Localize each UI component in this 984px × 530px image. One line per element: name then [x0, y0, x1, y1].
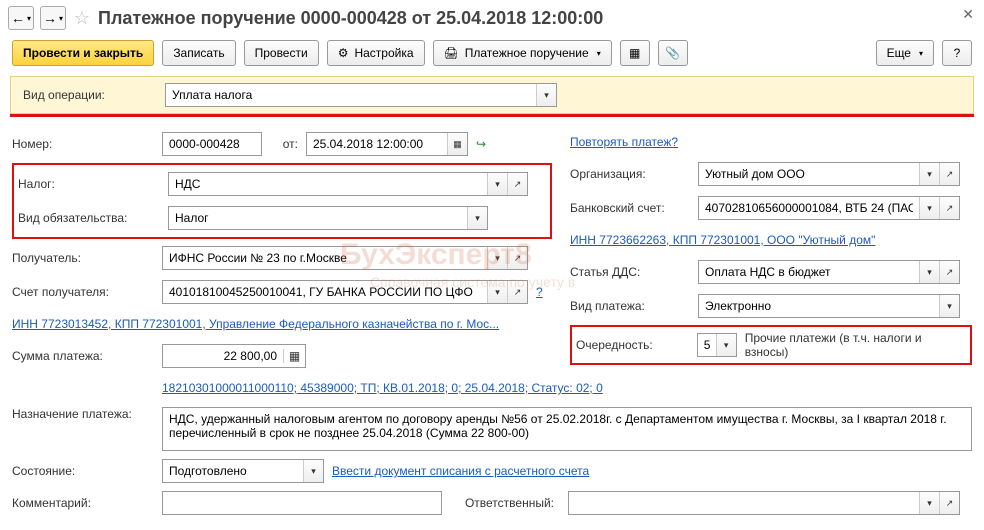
chevron-down-icon[interactable]: ▾	[919, 163, 939, 185]
favorite-icon[interactable]: ☆	[72, 8, 92, 28]
processed-icon: ↪	[476, 137, 486, 151]
order-label: Очередность:	[576, 338, 689, 352]
chevron-down-icon[interactable]: ▾	[919, 492, 939, 514]
kbk-details-link[interactable]: 18210301000011000110; 45389000; ТП; КВ.0…	[162, 381, 603, 395]
tax-highlight-box: Налог: ▾ ↗ Вид обязательства: ▾	[12, 163, 552, 239]
open-icon[interactable]: ↗	[507, 173, 527, 195]
recipient-account-combo[interactable]: ▾ ↗	[162, 280, 528, 304]
chevron-down-icon[interactable]: ▾	[487, 247, 507, 269]
dds-label: Статья ДДС:	[570, 265, 690, 279]
back-button[interactable]: ←▾	[8, 6, 34, 30]
chevron-down-icon[interactable]: ▾	[487, 281, 507, 303]
open-icon[interactable]: ↗	[507, 247, 527, 269]
recipient-combo[interactable]: ▾ ↗	[162, 246, 528, 270]
layout-icon: ▦	[629, 46, 640, 60]
dds-combo[interactable]: ▾ ↗	[698, 260, 960, 284]
comment-input[interactable]	[162, 491, 442, 515]
gear-icon: ⚙	[338, 46, 349, 60]
organization-combo[interactable]: ▾ ↗	[698, 162, 960, 186]
settings-button[interactable]: ⚙ Настройка	[327, 40, 425, 66]
chevron-down-icon[interactable]: ▾	[303, 460, 323, 482]
tax-label: Налог:	[18, 177, 160, 191]
payment-type-combo[interactable]: ▾	[698, 294, 960, 318]
purpose-textarea[interactable]: НДС, удержанный налоговым агентом по дог…	[162, 407, 972, 451]
operation-type-input[interactable]	[166, 84, 536, 106]
chevron-down-icon[interactable]: ▾	[919, 261, 939, 283]
state-combo[interactable]: ▾	[162, 459, 324, 483]
paperclip-icon: 📎	[665, 46, 680, 60]
more-button[interactable]: Еще▾	[876, 40, 934, 66]
recipient-account-label: Счет получателя:	[12, 285, 154, 299]
payment-sum-label: Сумма платежа:	[12, 349, 154, 363]
date-input[interactable]: ▦	[306, 132, 468, 156]
comment-label: Комментарий:	[12, 496, 154, 510]
open-icon[interactable]: ↗	[939, 163, 959, 185]
obligation-label: Вид обязательства:	[18, 211, 160, 225]
post-and-close-button[interactable]: Провести и закрыть	[12, 40, 154, 66]
order-description: Прочие платежи (в т.ч. налоги и взносы)	[745, 331, 966, 359]
recipient-details-link[interactable]: ИНН 7723013452, КПП 772301001, Управлени…	[12, 317, 499, 331]
responsible-label: Ответственный:	[450, 496, 560, 510]
enter-debit-link[interactable]: Ввести документ списания с расчетного сч…	[332, 464, 589, 478]
chevron-down-icon[interactable]: ▾	[716, 334, 736, 356]
order-combo[interactable]: ▾	[697, 333, 737, 357]
operation-type-label: Вид операции:	[23, 88, 165, 102]
calculator-icon[interactable]: ▦	[283, 349, 305, 363]
order-highlight-box: Очередность: ▾ Прочие платежи (в т.ч. на…	[570, 325, 972, 365]
open-icon[interactable]: ↗	[939, 492, 959, 514]
number-input[interactable]	[162, 132, 262, 156]
payment-sum-input[interactable]: ▦	[162, 344, 306, 368]
chevron-down-icon[interactable]: ▾	[939, 295, 959, 317]
state-label: Состояние:	[12, 464, 154, 478]
close-button[interactable]: ✕	[962, 6, 974, 23]
forward-button[interactable]: →▾	[40, 6, 66, 30]
payment-type-label: Вид платежа:	[570, 299, 690, 313]
chevron-down-icon[interactable]: ▾	[919, 197, 939, 219]
bank-account-label: Банковский счет:	[570, 201, 690, 215]
chevron-down-icon[interactable]: ▾	[467, 207, 487, 229]
recipient-label: Получатель:	[12, 251, 154, 265]
highlight-underline	[10, 114, 974, 117]
chevron-down-icon[interactable]: ▾	[487, 173, 507, 195]
responsible-combo[interactable]: ▾ ↗	[568, 491, 960, 515]
attach-button[interactable]: 📎	[658, 40, 688, 66]
chevron-down-icon[interactable]: ▾	[536, 84, 556, 106]
open-icon[interactable]: ↗	[939, 261, 959, 283]
bank-account-combo[interactable]: ▾ ↗	[698, 196, 960, 220]
print-button[interactable]: 🖨 Платежное поручение ▾	[433, 40, 612, 66]
layout-button[interactable]: ▦	[620, 40, 650, 66]
save-button[interactable]: Записать	[162, 40, 235, 66]
printer-icon: 🖨	[444, 46, 459, 60]
from-label: от:	[270, 137, 298, 151]
tax-combo[interactable]: ▾ ↗	[168, 172, 528, 196]
operation-type-combo[interactable]: ▾	[165, 83, 557, 107]
calendar-icon[interactable]: ▦	[447, 133, 467, 155]
account-help-link[interactable]: ?	[536, 285, 543, 299]
obligation-combo[interactable]: ▾	[168, 206, 488, 230]
page-title: Платежное поручение 0000-000428 от 25.04…	[98, 8, 603, 29]
organization-label: Организация:	[570, 167, 690, 181]
repeat-payment-link[interactable]: Повторять платеж?	[570, 135, 678, 149]
open-icon[interactable]: ↗	[507, 281, 527, 303]
org-details-link[interactable]: ИНН 7723662263, КПП 772301001, ООО "Уютн…	[570, 233, 875, 247]
open-icon[interactable]: ↗	[939, 197, 959, 219]
purpose-label: Назначение платежа:	[12, 407, 154, 421]
help-button[interactable]: ?	[942, 40, 972, 66]
post-button[interactable]: Провести	[244, 40, 319, 66]
number-label: Номер:	[12, 137, 154, 151]
